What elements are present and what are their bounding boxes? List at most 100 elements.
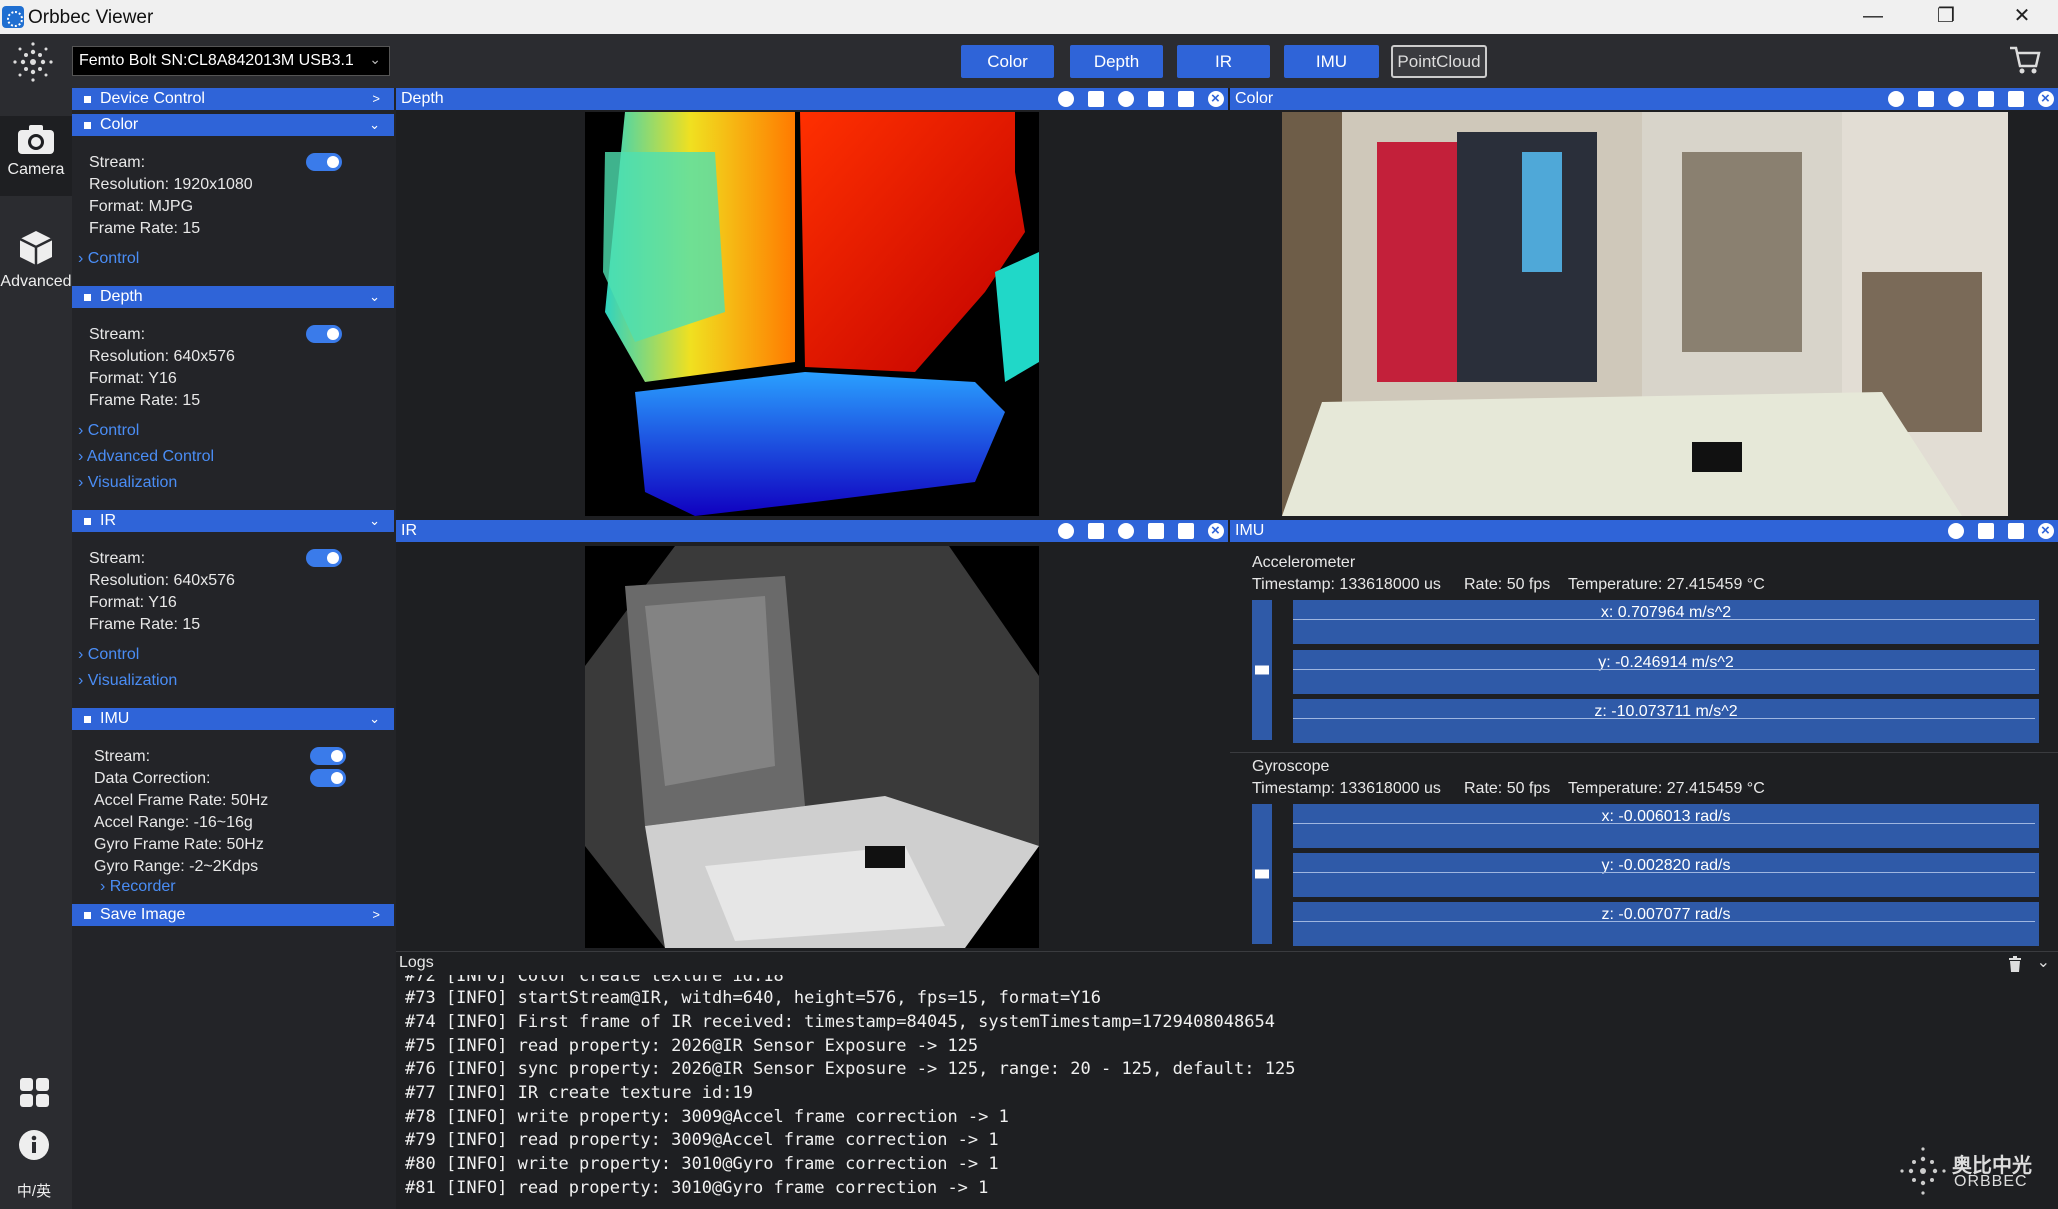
rail-camera-label: Camera	[7, 161, 65, 178]
device-select-value: Femto Bolt SN:CL8A842013M USB3.1	[79, 52, 354, 69]
fit-icon[interactable]	[1888, 91, 1904, 107]
color-control-link[interactable]: › Control	[78, 250, 139, 268]
color-resolution: Resolution: 1920x1080	[89, 176, 253, 193]
maximize-icon[interactable]	[1178, 523, 1194, 539]
depth-visualization-link[interactable]: › Visualization	[78, 474, 177, 492]
section-ir[interactable]: IR ⌄	[72, 510, 394, 532]
close-icon[interactable]	[1208, 520, 1224, 542]
section-device-control[interactable]: Device Control >	[72, 88, 394, 110]
depth-advanced-control-link[interactable]: › Advanced Control	[78, 448, 214, 466]
depth-format: Format: Y16	[89, 370, 177, 387]
color-pane: Color	[1230, 88, 2058, 520]
pause-icon[interactable]	[1118, 523, 1134, 539]
snapshot-icon[interactable]	[1148, 523, 1164, 539]
chevron-right-icon: >	[372, 91, 380, 106]
watermark-en: ORBBEC	[1954, 1173, 2028, 1190]
app-icon	[2, 6, 24, 28]
device-select[interactable]: Femto Bolt SN:CL8A842013M USB3.1 ⌄	[72, 46, 390, 76]
restore-button[interactable]: ❐	[1916, 0, 1976, 34]
depth-pane: Depth	[396, 88, 1228, 520]
section-save-image[interactable]: Save Image >	[72, 904, 394, 926]
minimize-button[interactable]: —	[1843, 0, 1903, 34]
section-color[interactable]: Color ⌄	[72, 114, 394, 136]
color-format: Format: MJPG	[89, 198, 194, 215]
ir-visualization-link[interactable]: › Visualization	[78, 672, 177, 690]
cart-icon[interactable]	[2008, 44, 2042, 76]
depth-control-link[interactable]: › Control	[78, 422, 139, 440]
imu-correction-toggle[interactable]	[310, 769, 346, 787]
section-title: Save Image	[100, 906, 186, 923]
orbbec-logo-icon	[1900, 1147, 1946, 1195]
depth-stream-toggle[interactable]	[306, 325, 342, 343]
snapshot-icon[interactable]	[1978, 91, 1994, 107]
section-imu[interactable]: IMU ⌄	[72, 708, 394, 730]
grid-icon[interactable]	[14, 1076, 54, 1110]
ir-resolution: Resolution: 640x576	[89, 572, 235, 589]
imu-stream-toggle[interactable]	[310, 747, 346, 765]
cube-icon	[19, 231, 53, 265]
left-rail: Camera Advanced 中/英	[0, 88, 72, 1209]
accel-temperature: Temperature: 27.415459 °C	[1568, 576, 1765, 593]
trash-icon[interactable]	[2008, 956, 2022, 972]
pause-icon[interactable]	[1948, 523, 1964, 539]
tab-ir[interactable]: IR	[1177, 45, 1270, 78]
gyro-timestamp: Timestamp: 133618000 us	[1252, 780, 1441, 797]
maximize-icon[interactable]	[2008, 523, 2024, 539]
log-line: #80 [INFO] write property: 3010@Gyro fra…	[405, 1154, 999, 1174]
snapshot-icon[interactable]	[1978, 523, 1994, 539]
chevron-down-icon: ⌄	[369, 711, 380, 726]
depth-stream-label: Stream:	[89, 326, 146, 343]
pause-icon[interactable]	[1948, 91, 1964, 107]
rail-camera[interactable]: Camera	[0, 116, 72, 196]
section-title: Depth	[100, 288, 143, 305]
ir-stream-toggle[interactable]	[306, 549, 342, 567]
imu-recorder-link[interactable]: › Recorder	[100, 878, 176, 896]
info-icon[interactable]	[14, 1128, 54, 1162]
chevron-right-icon: >	[372, 907, 380, 922]
ir-format: Format: Y16	[89, 594, 177, 611]
section-title: Device Control	[100, 90, 205, 107]
color-pane-header: Color	[1230, 88, 2058, 110]
chevron-down-icon: ⌄	[369, 289, 380, 304]
color-stream-toggle[interactable]	[306, 153, 342, 171]
ir-control-link[interactable]: › Control	[78, 646, 139, 664]
chevron-down-icon[interactable]: ⌄	[2037, 952, 2050, 972]
accel-magnitude-bar	[1252, 600, 1272, 740]
ir-stream-label: Stream:	[89, 550, 146, 567]
info-panel-icon[interactable]	[1918, 91, 1934, 107]
snapshot-icon[interactable]	[1148, 91, 1164, 107]
control-panel: Device Control > Color ⌄ Stream: Resolutio…	[72, 88, 396, 1209]
rail-advanced[interactable]: Advanced	[0, 228, 72, 298]
gyro-z-bar: z: -0.007077 rad/s	[1293, 902, 2039, 946]
camera-icon	[18, 125, 54, 154]
info-panel-icon[interactable]	[1088, 523, 1104, 539]
imu-correction-label: Data Correction:	[94, 770, 211, 787]
section-depth[interactable]: Depth ⌄	[72, 286, 394, 308]
section-title: Color	[100, 116, 139, 133]
toolbar: Femto Bolt SN:CL8A842013M USB3.1 ⌄ Color…	[0, 34, 2058, 88]
close-icon[interactable]	[1208, 88, 1224, 110]
maximize-icon[interactable]	[1178, 91, 1194, 107]
fit-icon[interactable]	[1058, 91, 1074, 107]
color-image	[1282, 112, 2008, 516]
fit-icon[interactable]	[1058, 523, 1074, 539]
language-toggle[interactable]: 中/英	[14, 1180, 54, 1201]
info-panel-icon[interactable]	[1088, 91, 1104, 107]
log-line: #74 [INFO] First frame of IR received: t…	[405, 1012, 1275, 1032]
chevron-down-icon: ⌄	[369, 513, 380, 528]
imu-gyro-rate: Gyro Frame Rate: 50Hz	[94, 836, 264, 853]
depth-image	[585, 112, 1039, 516]
pause-icon[interactable]	[1118, 91, 1134, 107]
close-icon[interactable]	[2038, 520, 2054, 542]
tab-depth[interactable]: Depth	[1070, 45, 1163, 78]
chevron-down-icon: ⌄	[369, 51, 381, 67]
tab-pointcloud[interactable]: PointCloud	[1391, 45, 1487, 78]
close-button[interactable]: ✕	[1992, 0, 2052, 34]
maximize-icon[interactable]	[2008, 91, 2024, 107]
accel-title: Accelerometer	[1252, 554, 1356, 571]
tab-color[interactable]: Color	[961, 45, 1054, 78]
imu-divider	[1230, 752, 2058, 753]
close-icon[interactable]	[2038, 88, 2054, 110]
ir-framerate: Frame Rate: 15	[89, 616, 201, 633]
tab-imu[interactable]: IMU	[1284, 45, 1379, 78]
